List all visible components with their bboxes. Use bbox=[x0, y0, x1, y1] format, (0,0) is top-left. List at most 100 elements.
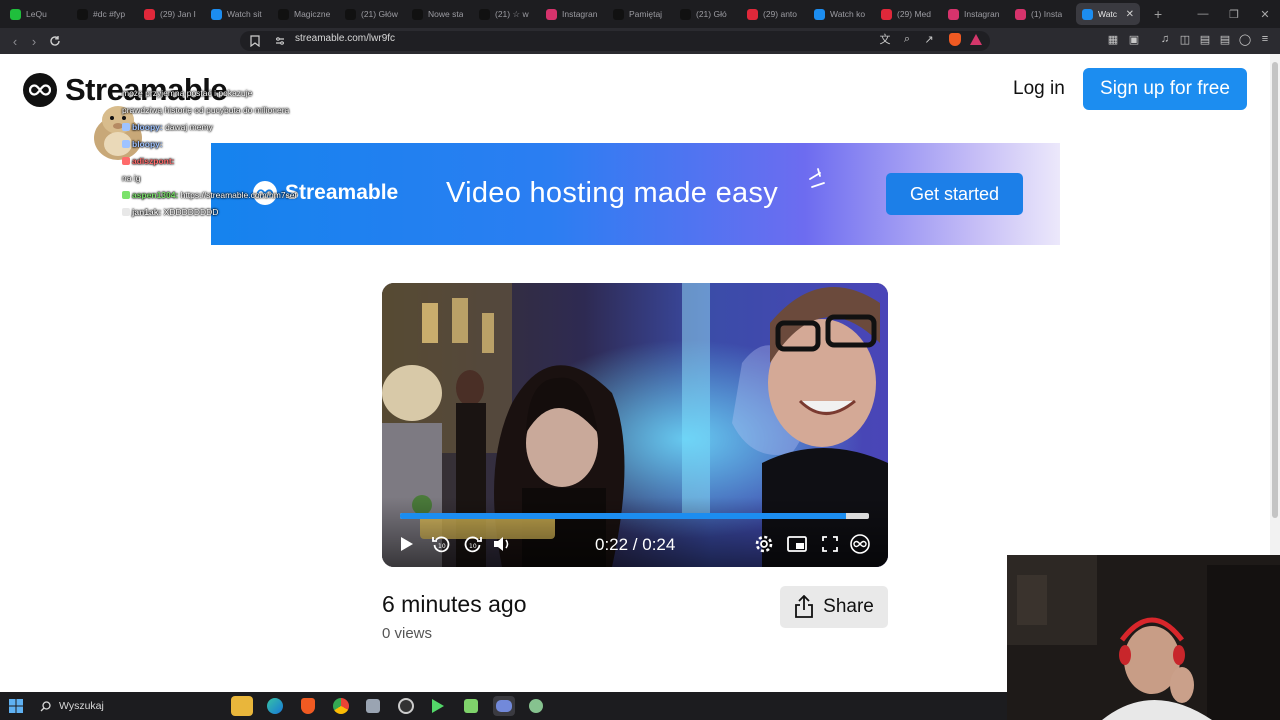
file-explorer-icon[interactable] bbox=[231, 696, 253, 716]
app-icon[interactable] bbox=[427, 696, 449, 716]
browser-tab[interactable]: (1) Insta bbox=[1009, 3, 1076, 25]
windows-start-icon[interactable] bbox=[9, 699, 23, 713]
progress-fill bbox=[400, 513, 847, 519]
sidebar-icon[interactable]: ◫ bbox=[1178, 32, 1192, 46]
chat-badge-icon bbox=[122, 191, 130, 199]
scrollbar-thumb[interactable] bbox=[1272, 62, 1278, 518]
chat-badge-icon bbox=[122, 123, 130, 131]
chat-username: bloopy: bbox=[132, 122, 166, 132]
forward-icon[interactable]: › bbox=[25, 32, 43, 50]
browser-tab[interactable]: (21) Głów bbox=[339, 3, 406, 25]
browser-tab[interactable]: (29) Jan I bbox=[138, 3, 205, 25]
instagram-icon bbox=[546, 8, 557, 20]
chat-message: aspen1304: https://streamable.com/hm7sef bbox=[122, 187, 297, 204]
brave-icon[interactable] bbox=[297, 696, 319, 716]
share-label: Share bbox=[823, 596, 874, 617]
close-window-icon[interactable]: ✕ bbox=[1249, 0, 1280, 28]
share-page-icon[interactable]: ↗ bbox=[922, 32, 936, 46]
brave-shield-icon[interactable] bbox=[948, 32, 962, 46]
streamable-watermark-icon[interactable] bbox=[849, 533, 871, 555]
minimize-icon[interactable]: — bbox=[1187, 0, 1219, 28]
media-icon[interactable]: ♫ bbox=[1158, 32, 1172, 46]
edge-icon[interactable] bbox=[264, 696, 286, 716]
back-icon[interactable]: ‹ bbox=[6, 32, 24, 50]
translate-icon[interactable]: 文 bbox=[878, 32, 892, 46]
x-icon bbox=[479, 8, 490, 20]
picture-in-picture-icon[interactable] bbox=[786, 533, 808, 555]
share-icon bbox=[795, 595, 814, 618]
rewind-10-icon[interactable]: 10 bbox=[430, 533, 452, 555]
settings-gear-icon[interactable] bbox=[753, 533, 775, 555]
reload-icon[interactable] bbox=[46, 32, 64, 50]
new-tab-icon[interactable]: + bbox=[1154, 6, 1162, 22]
browser-tab[interactable]: Watch ko bbox=[808, 3, 875, 25]
webcam-feed bbox=[1007, 555, 1280, 720]
video-player[interactable]: 10 10 0:22 / 0:24 bbox=[382, 283, 888, 567]
svg-text:10: 10 bbox=[469, 543, 477, 550]
chat-message: adiszpont: bbox=[122, 153, 297, 170]
chat-badge-icon bbox=[122, 208, 130, 216]
obs-icon[interactable] bbox=[395, 696, 417, 716]
stream-chat-overlay: może przyjemna postać i pokazuje prawdziw… bbox=[122, 85, 297, 221]
discord-icon[interactable] bbox=[493, 696, 515, 716]
shield-icon[interactable]: ◯ bbox=[1238, 32, 1252, 46]
wallet-icon[interactable]: ▤ bbox=[1198, 32, 1212, 46]
browser-tab[interactable]: Instagran bbox=[942, 3, 1009, 25]
chat-text: prawdziwą historię od pucybuta do milion… bbox=[122, 105, 290, 115]
maximize-icon[interactable]: ❐ bbox=[1218, 0, 1250, 28]
signup-button[interactable]: Sign up for free bbox=[1083, 68, 1247, 110]
browser-tab[interactable]: #dc #fyp bbox=[71, 3, 138, 25]
tab-label: #dc #fyp bbox=[93, 9, 126, 19]
browser-tab[interactable]: (21) Głó bbox=[674, 3, 741, 25]
promo-banner[interactable]: Streamable Video hosting made easy Get s… bbox=[211, 143, 1060, 245]
tab-label: (21) Głó bbox=[696, 9, 727, 19]
app-icon[interactable] bbox=[460, 696, 482, 716]
browser-tab[interactable]: Instagran bbox=[540, 3, 607, 25]
tab-label: Watch sit bbox=[227, 9, 262, 19]
app-icon[interactable] bbox=[525, 696, 547, 716]
bookmark-icon[interactable] bbox=[246, 32, 264, 50]
close-tab-icon[interactable]: ✕ bbox=[1126, 9, 1134, 20]
browser-tab[interactable]: Nowe sta bbox=[406, 3, 473, 25]
browser-tab[interactable]: (29) Med bbox=[875, 3, 942, 25]
progress-bar[interactable] bbox=[400, 513, 869, 519]
tab-label: Watch ko bbox=[830, 9, 866, 19]
streamable-icon bbox=[814, 8, 825, 20]
chat-text: może przyjemna postać i pokazuje bbox=[122, 88, 253, 98]
url-text[interactable]: streamable.com/lwr9fc bbox=[295, 33, 395, 44]
tab-label: LeQu bbox=[26, 9, 47, 19]
zoom-icon[interactable]: ⌕ bbox=[900, 32, 914, 46]
browser-tab[interactable]: Magiczne bbox=[272, 3, 339, 25]
time-display: 0:22 / 0:24 bbox=[595, 535, 676, 554]
brave-rewards-icon[interactable] bbox=[969, 32, 983, 46]
browser-tab[interactable]: LeQu bbox=[4, 3, 71, 25]
browser-tab[interactable]: Pamiętaj bbox=[607, 3, 674, 25]
extensions-icon[interactable]: ▦ bbox=[1106, 32, 1120, 46]
forward-10-icon[interactable]: 10 bbox=[462, 533, 484, 555]
play-icon[interactable] bbox=[396, 533, 418, 555]
browser-tab-active[interactable]: Watc ✕ bbox=[1076, 3, 1140, 25]
menu-icon[interactable]: ≡ bbox=[1258, 32, 1272, 46]
lequipe-favicon-icon bbox=[10, 8, 21, 20]
search-placeholder: Wyszukaj bbox=[59, 700, 104, 712]
tab-label: (21) Głów bbox=[361, 9, 398, 19]
chat-message: na ig bbox=[122, 170, 297, 187]
get-started-button[interactable]: Get started bbox=[886, 173, 1023, 215]
browser-tab[interactable]: Watch sit bbox=[205, 3, 272, 25]
app-icon[interactable] bbox=[362, 696, 384, 716]
volume-icon[interactable] bbox=[491, 533, 513, 555]
view-count: 0 views bbox=[382, 625, 433, 642]
browser-tab[interactable]: (21) ☆ w bbox=[473, 3, 540, 25]
vpn-icon[interactable]: ▤ bbox=[1218, 32, 1232, 46]
login-link[interactable]: Log in bbox=[1013, 78, 1065, 100]
site-info-icon[interactable] bbox=[271, 32, 289, 50]
fullscreen-icon[interactable] bbox=[819, 533, 841, 555]
screenshot-icon[interactable]: ▣ bbox=[1127, 32, 1141, 46]
browser-tab[interactable]: (29) anto bbox=[741, 3, 808, 25]
chat-text: dawaj memy bbox=[165, 122, 213, 132]
tab-label: Nowe sta bbox=[428, 9, 464, 19]
share-button[interactable]: Share bbox=[780, 586, 888, 628]
chat-message: bloopy: bbox=[122, 136, 297, 153]
taskbar-search[interactable]: Wyszukaj bbox=[36, 696, 216, 716]
chrome-icon[interactable] bbox=[330, 696, 352, 716]
